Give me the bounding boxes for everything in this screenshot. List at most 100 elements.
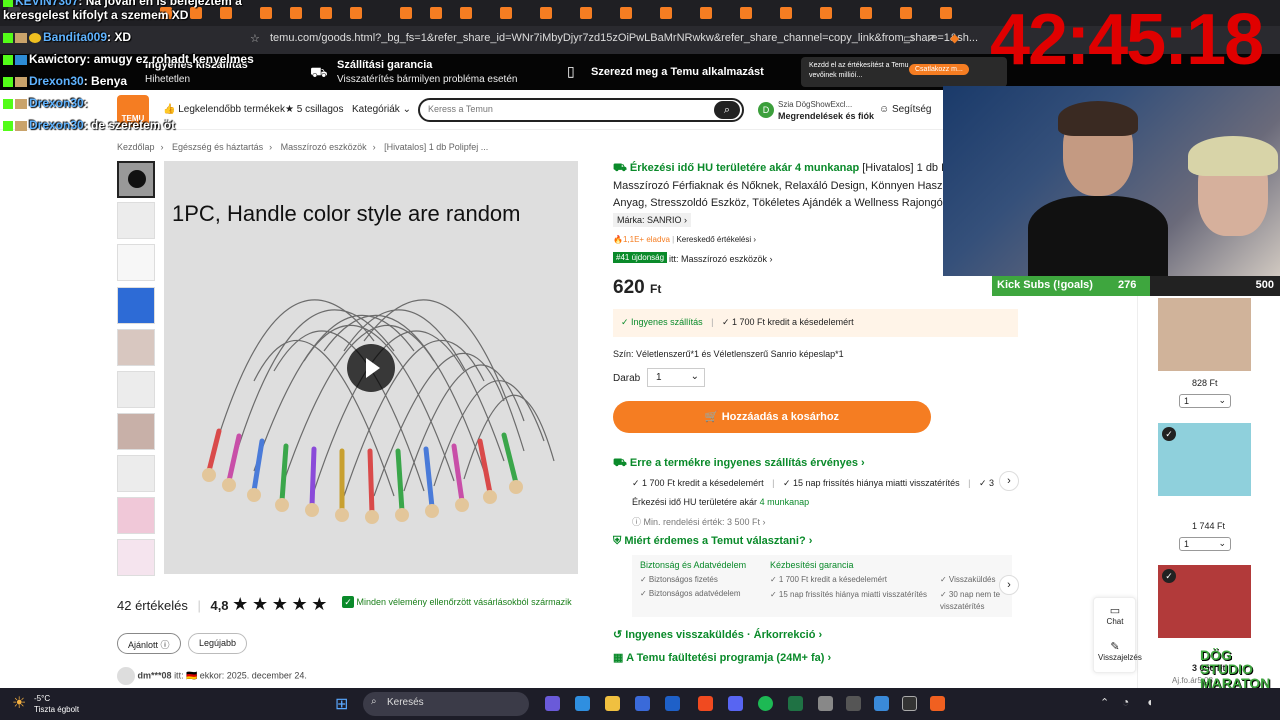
nav-categories[interactable]: Kategóriák ⌄ bbox=[352, 104, 411, 115]
tab-icon[interactable] bbox=[290, 7, 302, 19]
product-main-image[interactable]: 1PC, Handle color style are random bbox=[164, 161, 578, 574]
side-quantity-select[interactable]: 1 ⌄ bbox=[1179, 537, 1231, 551]
promo-app[interactable]: Szerezd meg a Temu alkalmazást bbox=[591, 65, 764, 79]
thumbnail[interactable] bbox=[117, 287, 155, 324]
min-order[interactable]: ⓘ Min. rendelési érték: 3 500 Ft › bbox=[632, 515, 766, 528]
settings-icon[interactable] bbox=[818, 696, 833, 711]
taskbar-search[interactable]: ⌕ Keresés bbox=[363, 692, 529, 716]
add-to-cart-button[interactable]: 🛒 Hozzáadás a kosárhoz bbox=[613, 401, 931, 433]
search-input[interactable] bbox=[428, 104, 708, 114]
check-icon[interactable]: ✓ bbox=[1162, 569, 1176, 583]
avatar[interactable]: D bbox=[758, 102, 774, 118]
tab-icon[interactable] bbox=[190, 7, 202, 19]
free-returns-section[interactable]: ↺ Ingyenes visszaküldés · Árkorrekció › bbox=[613, 628, 822, 641]
chevron-right-icon[interactable]: › bbox=[999, 471, 1019, 491]
tab-icon[interactable] bbox=[260, 7, 272, 19]
screenshot-icon[interactable]: ▭ bbox=[903, 31, 914, 45]
discord-icon[interactable] bbox=[728, 696, 743, 711]
feedback-button[interactable]: ✎ Visszajelzés bbox=[1098, 640, 1142, 662]
promo-guarantee-title: Szállítási garancia bbox=[337, 59, 433, 71]
breadcrumb-home[interactable]: Kezdőlap bbox=[117, 142, 155, 152]
store-icon[interactable] bbox=[635, 696, 650, 711]
thumbnail[interactable] bbox=[117, 371, 155, 408]
seller-rating-link[interactable]: Kereskedő értékelési bbox=[676, 235, 751, 244]
tab-icon[interactable] bbox=[460, 7, 472, 19]
nav-best-sellers[interactable]: 👍 Legkelendőbb termékek bbox=[163, 104, 285, 115]
side-quantity-select[interactable]: 1 ⌄ bbox=[1179, 394, 1231, 408]
free-shipping-section[interactable]: ⛟ Erre a termékre ingyenes szállítás érv… bbox=[613, 457, 865, 471]
tab-icon[interactable] bbox=[700, 7, 712, 19]
tab-icon[interactable] bbox=[220, 7, 232, 19]
chevron-right-icon: › bbox=[769, 254, 773, 264]
why-temu-section[interactable]: ⛨ Miért érdemes a Temut választani? › bbox=[613, 535, 812, 548]
side-product-image[interactable]: ✓ bbox=[1158, 565, 1251, 638]
brave-icon[interactable] bbox=[698, 696, 713, 711]
tab-icon[interactable] bbox=[740, 7, 752, 19]
excel-icon[interactable] bbox=[788, 696, 803, 711]
share-icon[interactable]: ↗ bbox=[926, 31, 936, 45]
tab-icon[interactable] bbox=[580, 7, 592, 19]
tab-icon[interactable] bbox=[860, 7, 872, 19]
thumbnail-video[interactable] bbox=[117, 161, 155, 198]
windows-start-icon[interactable]: ⊞ bbox=[335, 694, 348, 714]
thumbnail[interactable] bbox=[117, 497, 155, 534]
tree-program-section[interactable]: ▦ A Temu faültetési programja (24M+ fa) … bbox=[613, 651, 831, 664]
tab-icon[interactable] bbox=[430, 7, 442, 19]
spotify-icon[interactable] bbox=[758, 696, 773, 711]
app-icon[interactable] bbox=[930, 696, 945, 711]
chat-button[interactable]: ▭ Chat bbox=[1098, 604, 1132, 626]
thumbnail[interactable] bbox=[117, 539, 155, 576]
weather-widget[interactable]: -5°C Tiszta égbolt bbox=[34, 693, 79, 715]
tab-icon[interactable] bbox=[900, 7, 912, 19]
seller-banner-button[interactable]: Csatlakozz m... bbox=[909, 64, 969, 75]
file-explorer-icon[interactable] bbox=[605, 696, 620, 711]
breadcrumb-massagers[interactable]: Masszírozó eszközök bbox=[281, 142, 367, 152]
thumbnail[interactable] bbox=[117, 329, 155, 366]
help-link[interactable]: ☺ Segítség bbox=[879, 104, 931, 115]
outlook-icon[interactable] bbox=[665, 696, 680, 711]
user-badge-icon bbox=[15, 76, 27, 87]
obs-icon[interactable] bbox=[902, 696, 917, 711]
volume-icon[interactable]: ◖ bbox=[1146, 695, 1153, 709]
seller-banner[interactable]: Kezdd el az értékesítést a Temu vevőinek… bbox=[801, 57, 1007, 87]
play-video-button[interactable] bbox=[347, 344, 395, 392]
breadcrumb-health[interactable]: Egészség és háztartás bbox=[172, 142, 263, 152]
tab-recommended[interactable]: Ajánlott ⓘ bbox=[117, 633, 181, 654]
tab-icon[interactable] bbox=[540, 7, 552, 19]
wifi-icon[interactable]: ◔ bbox=[1122, 695, 1129, 709]
tab-icon[interactable] bbox=[940, 7, 952, 19]
search-button[interactable]: ⌕ bbox=[714, 101, 740, 119]
thumbnail[interactable] bbox=[117, 413, 155, 450]
side-product-image[interactable]: ✓ bbox=[1158, 423, 1251, 496]
review-count[interactable]: 42 értékelés bbox=[117, 598, 188, 613]
tab-icon[interactable] bbox=[500, 7, 512, 19]
chevron-up-icon[interactable]: ⌃ bbox=[1100, 696, 1109, 709]
rank-link[interactable]: itt: Masszírozó eszközök › bbox=[669, 254, 773, 264]
orders-account-link[interactable]: Megrendelések és fiók bbox=[778, 111, 874, 121]
app-icon[interactable] bbox=[874, 696, 889, 711]
bookmark-icon[interactable]: ☆ bbox=[250, 32, 260, 45]
tab-icon[interactable] bbox=[620, 7, 632, 19]
thumbnail[interactable] bbox=[117, 455, 155, 492]
edge-icon[interactable] bbox=[575, 696, 590, 711]
tab-newest[interactable]: Legújabb bbox=[188, 633, 248, 654]
thumbnail[interactable] bbox=[117, 244, 155, 281]
brand-link[interactable]: Márka: SANRIO › bbox=[613, 213, 692, 227]
side-product-image[interactable] bbox=[1158, 298, 1251, 371]
tab-icon[interactable] bbox=[350, 7, 362, 19]
quantity-select[interactable]: 1 ⌄ bbox=[647, 368, 705, 387]
tab-icon[interactable] bbox=[320, 7, 332, 19]
copilot-icon[interactable] bbox=[545, 696, 560, 711]
promo-guarantee[interactable]: Szállítási garancia Visszatérítés bármil… bbox=[337, 58, 517, 87]
app-icon[interactable] bbox=[846, 696, 861, 711]
tab-icon[interactable] bbox=[780, 7, 792, 19]
nav-5-star[interactable]: ★ 5 csillagos bbox=[285, 104, 343, 115]
check-icon[interactable]: ✓ bbox=[1162, 427, 1176, 441]
chevron-right-icon[interactable]: › bbox=[999, 575, 1019, 595]
tab-icon[interactable] bbox=[820, 7, 832, 19]
thumbnail[interactable] bbox=[117, 202, 155, 239]
tab-icon[interactable] bbox=[660, 7, 672, 19]
brave-shield-icon[interactable]: ◆ bbox=[950, 31, 959, 45]
tab-icon[interactable] bbox=[400, 7, 412, 19]
url-field[interactable]: temu.com/goods.html?_bg_fs=1&refer_share… bbox=[270, 32, 978, 44]
